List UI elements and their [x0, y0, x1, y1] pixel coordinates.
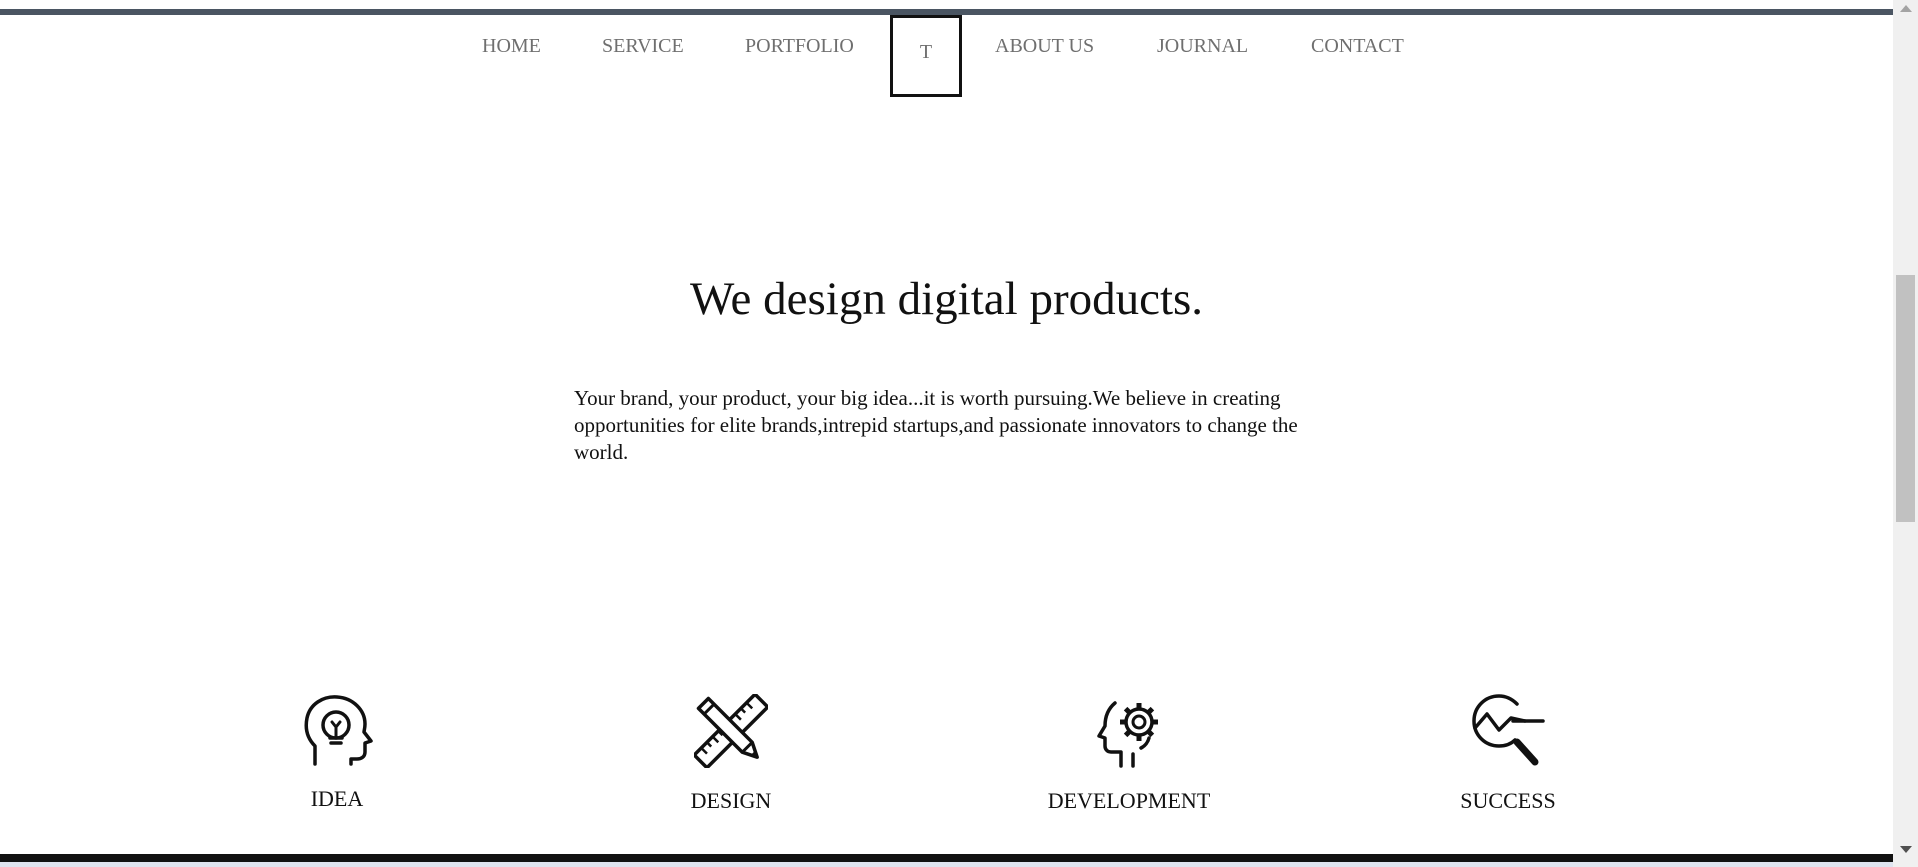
feature-idea-label: IDEA [310, 786, 364, 811]
nav-journal[interactable]: JOURNAL [1157, 35, 1248, 58]
nav-portfolio[interactable]: PORTFOLIO [745, 35, 854, 58]
nav-home[interactable]: HOME [482, 35, 541, 58]
nav-service[interactable]: SERVICE [602, 35, 684, 58]
feature-development-label: DEVELOPMENT [1047, 788, 1211, 813]
scrollbar-thumb[interactable] [1896, 275, 1915, 522]
scroll-up-arrow-icon[interactable] [1900, 5, 1912, 12]
bottom-light-strip [0, 862, 1918, 867]
lightbulb-head-icon [304, 695, 373, 766]
vertical-scrollbar[interactable] [1893, 0, 1918, 867]
nav-logo-letter: T [919, 41, 933, 63]
gear-head-icon [1097, 701, 1158, 768]
nav-contact[interactable]: CONTACT [1311, 35, 1404, 58]
feature-success-label: SUCCESS [1460, 788, 1556, 813]
feature-design-label: DESIGN [690, 788, 772, 813]
feature-development: DEVELOPMENT [1009, 694, 1249, 814]
main-navigation: HOME SERVICE PORTFOLIO T ABOUT US JOURNA… [0, 15, 1893, 100]
feature-success: SUCCESS [1388, 694, 1628, 814]
bottom-dark-bar [0, 854, 1893, 862]
chart-magnifier-icon [1472, 694, 1545, 766]
nav-logo-box[interactable]: T [890, 15, 962, 97]
nav-about-us[interactable]: ABOUT US [995, 35, 1094, 58]
scroll-down-arrow-icon[interactable] [1900, 846, 1912, 853]
pencil-ruler-icon [694, 694, 768, 768]
feature-design: DESIGN [611, 694, 851, 814]
hero-intro-text: Your brand, your product, your big idea.… [574, 386, 1298, 464]
feature-idea: IDEA [217, 694, 457, 812]
hero-headline: We design digital products. [689, 273, 1204, 325]
